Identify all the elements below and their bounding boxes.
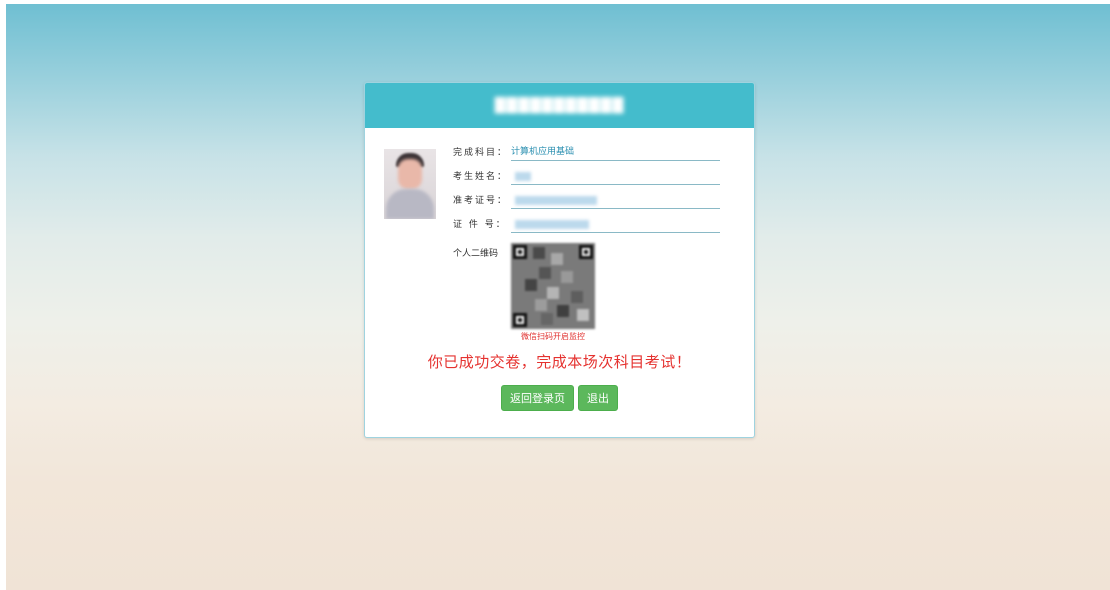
- field-label: 证 件 号：: [453, 220, 507, 230]
- field-subject: 完成科目： 计算机应用基础: [453, 141, 720, 161]
- field-id-number: 证 件 号：: [453, 213, 720, 233]
- field-name: 考生姓名：: [453, 165, 720, 185]
- qr-code: [511, 243, 595, 329]
- field-admission-number: 准考证号：: [453, 189, 720, 209]
- redacted-name: [515, 172, 531, 181]
- subject-value: 计算机应用基础: [511, 147, 575, 157]
- card-title: ███████████: [494, 97, 625, 114]
- exam-result-card: ███████████ 完成科目： 计算机应用基础 考生姓名： 准考证号： 证 …: [364, 82, 755, 438]
- field-value: [511, 189, 720, 209]
- page-background: ███████████ 完成科目： 计算机应用基础 考生姓名： 准考证号： 证 …: [6, 4, 1110, 590]
- field-value: [511, 165, 720, 185]
- field-label: 准考证号：: [453, 196, 509, 206]
- exit-button[interactable]: 退出: [578, 385, 618, 411]
- qr-label: 个人二维码: [453, 249, 499, 259]
- back-to-login-button[interactable]: 返回登录页: [501, 385, 574, 411]
- card-header: ███████████: [365, 83, 754, 128]
- candidate-photo: [384, 149, 436, 219]
- success-message: 你已成功交卷，完成本场次科目考试！: [427, 353, 692, 371]
- field-value: [511, 213, 720, 233]
- field-label: 完成科目：: [453, 148, 509, 158]
- button-group: 返回登录页 退出: [365, 385, 754, 411]
- qr-caption: 微信扫码开启监控: [521, 332, 585, 341]
- field-value: 计算机应用基础: [511, 141, 720, 161]
- redacted-admission-number: [515, 196, 597, 205]
- redacted-id-number: [515, 220, 589, 229]
- field-label: 考生姓名：: [453, 172, 509, 182]
